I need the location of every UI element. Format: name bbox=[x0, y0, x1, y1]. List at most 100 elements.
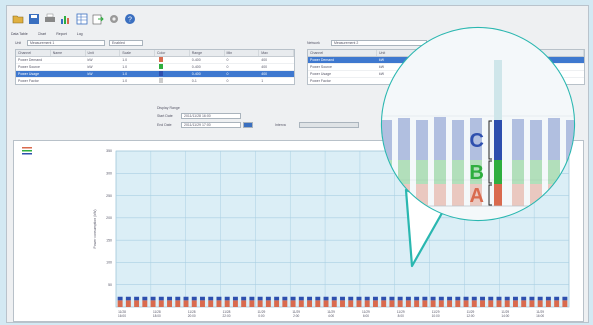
bar-segment-c bbox=[224, 296, 230, 301]
table-cell: 400 bbox=[261, 72, 268, 76]
bar-segment-a bbox=[455, 300, 461, 307]
network-label: Network bbox=[307, 41, 320, 45]
bar-segment-a bbox=[405, 300, 411, 307]
tab-chart[interactable]: Chart bbox=[38, 32, 47, 36]
zoom-callout: ABC11/2816:0011/2817:00 bbox=[380, 26, 576, 268]
start-date-field[interactable]: 2011/11/28 16:00 bbox=[181, 113, 241, 119]
save-icon[interactable] bbox=[27, 12, 41, 26]
bar-segment-a bbox=[323, 300, 329, 307]
column-header[interactable]: Max bbox=[259, 50, 294, 56]
zoom-bar-segment bbox=[434, 184, 446, 206]
table-cell: 0 bbox=[226, 65, 229, 69]
table-cell: 0-400 bbox=[191, 65, 201, 69]
bar-segment-a bbox=[331, 300, 337, 307]
bar-segment-a bbox=[208, 300, 214, 307]
interval-label: Interval bbox=[275, 123, 287, 127]
settings-icon[interactable] bbox=[107, 12, 121, 26]
calendar-button[interactable] bbox=[243, 122, 253, 128]
column-header[interactable]: Unit bbox=[86, 50, 121, 56]
bar-segment-c bbox=[447, 296, 453, 301]
bar-segment-a bbox=[381, 300, 387, 307]
x-tick-label: 20:00 bbox=[188, 314, 196, 318]
bar-segment-a bbox=[488, 300, 494, 307]
bar-segment-a bbox=[158, 300, 164, 307]
x-tick-label: 16:00 bbox=[536, 314, 544, 318]
column-header[interactable]: Channel bbox=[16, 50, 51, 56]
print-icon[interactable] bbox=[43, 12, 57, 26]
tab-data-table[interactable]: Data Table bbox=[11, 32, 28, 36]
end-date-field[interactable]: 2011/11/29 17:00 bbox=[181, 122, 241, 128]
bar-segment-c bbox=[315, 296, 321, 301]
bar-segment-a bbox=[175, 300, 181, 307]
table-row[interactable]: Power Factor 1.0 0-1 0 1 bbox=[16, 78, 294, 84]
bar-segment-c bbox=[257, 296, 263, 301]
bar-segment-c bbox=[512, 296, 518, 301]
bar-segment-a bbox=[307, 300, 313, 307]
zoom-bar-segment bbox=[512, 160, 524, 184]
table-cell: 0-400 bbox=[191, 58, 201, 62]
x-tick-label: 16:00 bbox=[118, 314, 126, 318]
bar-segment-a bbox=[200, 300, 205, 307]
export-icon[interactable] bbox=[91, 12, 105, 26]
unit-select[interactable]: Measurement 1 bbox=[27, 40, 105, 46]
zoom-bar-segment bbox=[382, 184, 392, 206]
column-header[interactable]: Range bbox=[190, 50, 225, 56]
unit-option-select[interactable]: Enabled bbox=[109, 40, 143, 46]
column-header[interactable]: Color bbox=[155, 50, 190, 56]
zoom-bar-segment bbox=[548, 160, 560, 184]
bar-segment-a bbox=[167, 300, 173, 307]
bar-segment-a bbox=[315, 300, 321, 307]
table-cell: 400 bbox=[261, 65, 268, 69]
table-row[interactable]: Power Demand kW 1.0 0-400 0 400 bbox=[16, 57, 294, 64]
table-cell: 0-400 bbox=[191, 72, 201, 76]
range-title: Display Range bbox=[157, 106, 180, 110]
bar-segment-c bbox=[463, 296, 469, 301]
table-icon[interactable] bbox=[75, 12, 89, 26]
zoom-bar-segment bbox=[548, 184, 560, 206]
bar-segment-c bbox=[208, 296, 214, 301]
bar-segment-a bbox=[438, 300, 444, 307]
bar-segment-c bbox=[158, 296, 164, 301]
bar-segment-c bbox=[323, 296, 329, 301]
bar-segment-c bbox=[381, 296, 387, 301]
bar-segment-a bbox=[224, 300, 230, 307]
help-icon[interactable]: ? bbox=[123, 12, 137, 26]
table-cell: 0-1 bbox=[191, 79, 197, 83]
folder-open-icon[interactable] bbox=[11, 12, 25, 26]
x-tick-label: 22:00 bbox=[223, 314, 231, 318]
bar-segment-c bbox=[372, 296, 378, 301]
bar-segment-c bbox=[282, 296, 288, 301]
table-cell bbox=[155, 57, 190, 63]
interval-slider[interactable] bbox=[299, 122, 359, 128]
bar-segment-c bbox=[414, 296, 420, 301]
table-cell: Power Demand bbox=[18, 58, 43, 62]
zoom-highlight-top bbox=[494, 60, 502, 120]
bar-segment-c bbox=[298, 296, 304, 301]
bar-segment-c bbox=[191, 296, 197, 301]
bar-segment-a bbox=[274, 300, 280, 307]
x-tick-label: 14:00 bbox=[501, 314, 509, 318]
column-header[interactable]: Name bbox=[51, 50, 86, 56]
bar-segment-a bbox=[117, 300, 123, 307]
unit-label: Unit bbox=[15, 41, 22, 45]
tab-report[interactable]: Report bbox=[56, 32, 67, 36]
tab-log[interactable]: Log bbox=[77, 32, 83, 36]
color-swatch bbox=[159, 78, 163, 83]
table-row[interactable]: Power Source kW 1.0 0-400 0 400 bbox=[16, 64, 294, 71]
color-swatch bbox=[159, 57, 163, 62]
bar-segment-a bbox=[372, 300, 378, 307]
bar-segment-c bbox=[265, 296, 271, 301]
column-header[interactable]: Min bbox=[225, 50, 260, 56]
bar-segment-c bbox=[348, 296, 354, 301]
bar-segment-c bbox=[504, 296, 510, 301]
table-cell bbox=[155, 78, 190, 84]
bar-segment-c bbox=[200, 296, 205, 301]
bar-segment-a bbox=[512, 300, 518, 307]
table-cell: 1 bbox=[261, 79, 264, 83]
bar-segment-a bbox=[134, 300, 140, 307]
bar-segment-a bbox=[397, 300, 403, 307]
chart-icon[interactable] bbox=[59, 12, 73, 26]
zoom-bar-segment bbox=[512, 184, 524, 206]
table-row[interactable]: Power Usage kW 1.0 0-400 0 400 bbox=[16, 71, 294, 78]
column-header[interactable]: Scale bbox=[120, 50, 155, 56]
